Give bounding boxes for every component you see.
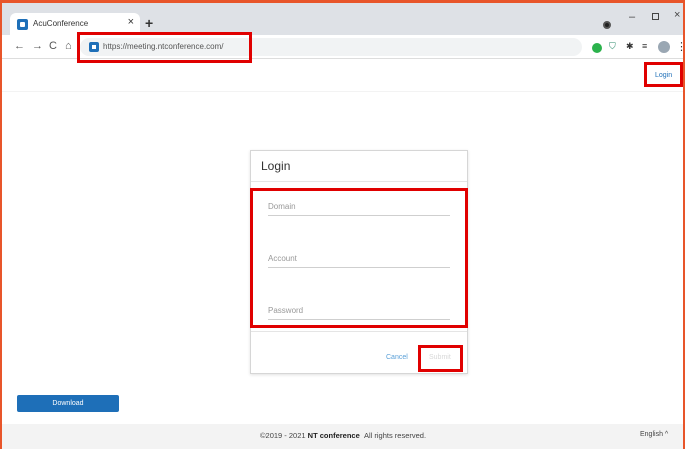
- window-frame: [0, 0, 685, 449]
